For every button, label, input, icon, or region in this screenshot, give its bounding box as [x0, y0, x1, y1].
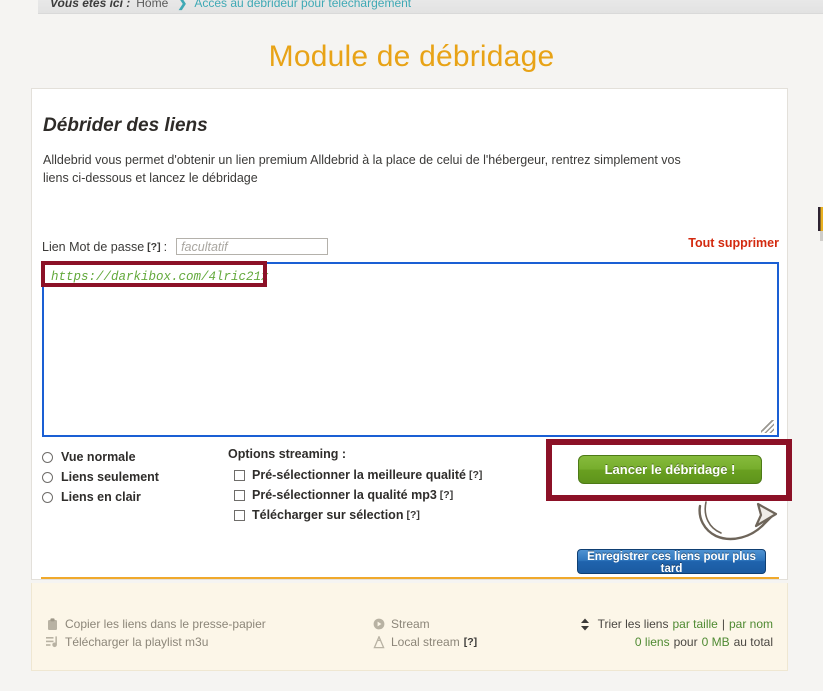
mp3-quality-help-icon[interactable]: [?] [440, 489, 453, 501]
password-row: Lien Mot de passe [?] : [42, 238, 329, 255]
download-selection-help-icon[interactable]: [?] [406, 509, 419, 521]
breadcrumb-current[interactable]: Accès au débrideur pour téléchargement [194, 0, 411, 10]
footer-bar: Copier les liens dans le presse-papier T… [31, 583, 788, 671]
local-stream-label: Local stream [391, 635, 460, 649]
radio-label: Liens en clair [61, 490, 141, 504]
radio-liens-seulement[interactable]: Liens seulement [42, 467, 159, 487]
launch-debrid-button[interactable]: Lancer le débridage ! [578, 455, 762, 484]
links-textarea[interactable] [42, 262, 779, 437]
vlc-cone-icon [371, 635, 386, 649]
copy-links-label: Copier les liens dans le presse-papier [65, 617, 266, 631]
streaming-options-title: Options streaming : [228, 447, 347, 461]
stream-label: Stream [391, 617, 430, 631]
totals-suffix-label: au total [733, 635, 773, 649]
breadcrumb-label: Vous êtes ici : [50, 0, 131, 10]
sort-by-size-link[interactable]: par taille [672, 617, 717, 631]
radio-vue-normale[interactable]: Vue normale [42, 447, 159, 467]
breadcrumb-home-link[interactable]: Home [136, 0, 168, 10]
save-links-button[interactable]: Enregistrer ces liens pour plus tard [577, 549, 766, 575]
checkbox-square-icon [234, 469, 245, 481]
panel-heading: Débrider des liens [43, 115, 208, 136]
password-input[interactable] [176, 238, 329, 255]
stream-action[interactable]: Stream [371, 615, 477, 633]
password-help-icon[interactable]: [?] [147, 241, 160, 253]
checkbox-square-icon [234, 509, 245, 521]
best-quality-help-icon[interactable]: [?] [469, 469, 482, 481]
checkbox-mp3-quality[interactable]: Pré-sélectionner la qualité mp3 [?] [228, 485, 485, 505]
footer-column-middle: Stream Local stream [?] [371, 615, 477, 651]
streaming-options-group: Options streaming : Pré-sélectionner la … [228, 447, 485, 525]
radio-liens-en-clair[interactable]: Liens en clair [42, 487, 159, 507]
password-label: Lien Mot de passe [42, 239, 145, 254]
local-stream-action[interactable]: Local stream [?] [371, 633, 477, 651]
checkbox-best-quality[interactable]: Pré-sélectionner la meilleure qualité [?… [228, 465, 485, 485]
page-root: Vous êtes ici : Home ❯ Accès au débrideu… [0, 0, 823, 691]
sort-links-row: Trier les liens par taille | par nom [578, 615, 773, 633]
chevron-right-icon: ❯ [177, 0, 188, 10]
checkbox-label: Pré-sélectionner la qualité mp3 [252, 488, 437, 502]
panel-description: Alldebrid vous permet d'obtenir un lien … [43, 153, 681, 185]
play-circle-icon [371, 618, 386, 630]
sort-by-name-link[interactable]: par nom [729, 617, 773, 631]
totals-middle-label: pour [673, 635, 698, 649]
right-edge-artifact [818, 207, 823, 231]
view-options-group: Vue normale Liens seulement Liens en cla… [42, 447, 159, 507]
checkbox-label: Pré-sélectionner la meilleure qualité [252, 468, 466, 482]
radio-circle-icon [42, 451, 53, 463]
checkbox-download-on-selection[interactable]: Télécharger sur sélection [?] [228, 505, 485, 525]
footer-column-left: Copier les liens dans le presse-papier T… [45, 615, 266, 651]
checkbox-square-icon [234, 489, 245, 501]
download-playlist-action[interactable]: Télécharger la playlist m3u [45, 633, 266, 651]
totals-row: 0 liens pour 0 MB au total [578, 633, 773, 651]
download-playlist-label: Télécharger la playlist m3u [65, 635, 209, 649]
clipboard-icon [45, 617, 60, 631]
page-title: Module de débridage [268, 40, 555, 73]
panel-divider [41, 577, 779, 579]
radio-label: Liens seulement [61, 470, 159, 484]
copy-links-action[interactable]: Copier les liens dans le presse-papier [45, 615, 266, 633]
breadcrumb: Vous êtes ici : Home ❯ Accès au débrideu… [38, 0, 823, 14]
radio-label: Vue normale [61, 450, 136, 464]
radio-circle-icon [42, 491, 53, 503]
checkbox-label: Télécharger sur sélection [252, 508, 404, 522]
password-colon: : [163, 239, 168, 254]
sort-divider: | [721, 617, 725, 631]
playlist-icon [45, 636, 60, 648]
total-size: 0 MB [701, 635, 730, 649]
sort-updown-icon [578, 618, 593, 631]
total-links-count: 0 liens [634, 635, 670, 649]
links-textarea-wrap [42, 262, 779, 437]
radio-circle-icon [42, 471, 53, 483]
local-stream-help-icon[interactable]: [?] [464, 636, 477, 648]
footer-column-right: Trier les liens par taille | par nom 0 l… [578, 615, 773, 651]
sort-prefix-label: Trier les liens [597, 617, 669, 631]
clear-all-link[interactable]: Tout supprimer [688, 236, 779, 250]
